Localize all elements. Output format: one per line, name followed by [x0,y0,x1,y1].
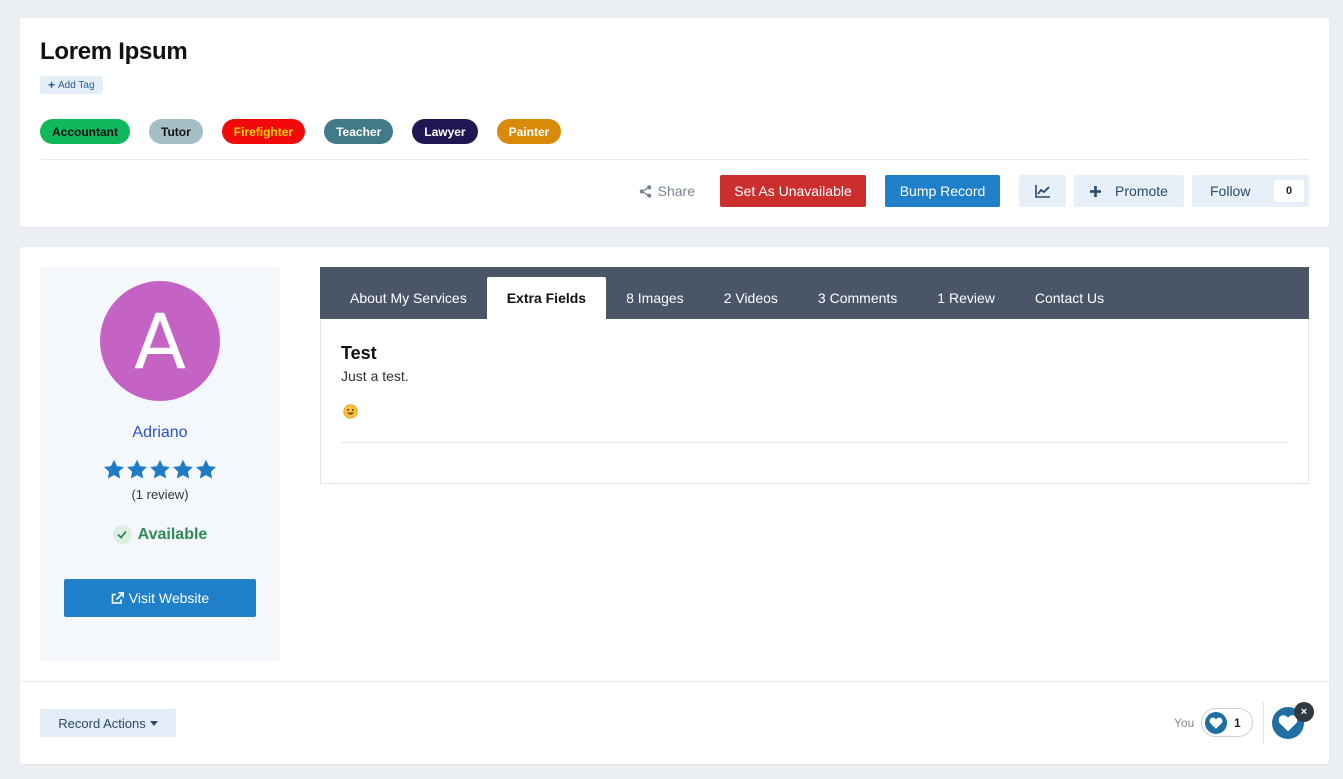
rating-stars [40,459,280,480]
remove-reaction-button[interactable]: × [1294,702,1314,722]
star-icon [104,459,124,479]
tag-painter[interactable]: Painter [496,119,562,144]
check-icon [112,525,132,544]
availability-label: Available [137,525,208,543]
tag-list: Accountant Tutor Firefighter Teacher Law… [40,119,580,144]
star-icon [127,459,147,479]
follow-button[interactable]: Follow 0 [1192,175,1309,207]
add-tag-button[interactable]: + Add Tag [40,76,103,94]
tab-about-my-services[interactable]: About My Services [330,277,487,319]
bump-record-button[interactable]: Bump Record [885,175,1000,207]
plus-icon [1090,185,1102,197]
star-icon [196,459,216,479]
record-body-card: A Adriano (1 review) Available Visit Web… [20,247,1329,764]
user-name-link[interactable]: Adriano [40,424,280,442]
star-icon [150,459,170,479]
content-divider [341,442,1288,443]
follow-count-badge: 0 [1274,180,1304,202]
promote-label: Promote [1115,183,1168,199]
tab-bar: About My Services Extra Fields 8 Images … [320,267,1309,319]
review-count[interactable]: (1 review) [40,487,280,502]
share-button[interactable]: Share [639,183,695,199]
stats-button[interactable] [1019,175,1066,207]
visit-website-button[interactable]: Visit Website [64,579,256,617]
field-title: Test [341,343,377,363]
tab-review[interactable]: 1 Review [917,277,1015,319]
star-icon [173,459,193,479]
tab-images[interactable]: 8 Images [606,277,704,319]
tab-comments[interactable]: 3 Comments [798,277,917,319]
heart-icon [1205,711,1227,734]
page-title: Lorem Ipsum [40,38,188,65]
tab-contact-us[interactable]: Contact Us [1015,277,1124,319]
follow-label: Follow [1210,183,1251,199]
record-action-bar: Share Set As Unavailable Bump Record Pro… [639,175,1309,207]
avatar[interactable]: A [100,281,220,401]
reaction-user-label: You [1174,716,1195,730]
set-unavailable-button[interactable]: Set As Unavailable [720,175,866,207]
reaction-separator [1263,702,1264,744]
external-link-icon [111,591,124,604]
tab-extra-fields[interactable]: Extra Fields [486,277,607,319]
promote-button[interactable]: Promote [1074,175,1184,207]
plus-icon: + [48,78,56,92]
record-tabs: About My Services Extra Fields 8 Images … [320,267,1309,484]
field-value: Just a test. [341,368,409,384]
smiley-emoji-icon [343,404,358,419]
availability-status: Available [40,525,280,544]
chart-line-icon [1034,185,1050,198]
profile-sidebar: A Adriano (1 review) Available Visit Web… [40,267,280,661]
tag-tutor[interactable]: Tutor [149,119,203,144]
tab-content-extra-fields: Test Just a test. [320,319,1309,484]
footer-divider [20,681,1329,682]
share-icon [639,184,651,198]
share-label: Share [657,183,695,199]
tag-firefighter[interactable]: Firefighter [221,119,306,144]
reaction-count: 1 [1234,715,1241,730]
record-actions-dropdown[interactable]: Record Actions [40,709,176,737]
caret-down-icon [149,720,158,726]
tag-teacher[interactable]: Teacher [324,119,394,144]
record-actions-label: Record Actions [58,715,146,731]
visit-website-label: Visit Website [128,590,210,606]
header-divider [40,159,1309,160]
record-header-card: Lorem Ipsum + Add Tag Accountant Tutor F… [20,18,1329,227]
tab-videos[interactable]: 2 Videos [704,277,798,319]
reaction-summary[interactable]: 1 [1201,708,1253,737]
tag-accountant[interactable]: Accountant [40,119,130,144]
add-tag-label: Add Tag [58,79,95,91]
tag-lawyer[interactable]: Lawyer [412,119,478,144]
